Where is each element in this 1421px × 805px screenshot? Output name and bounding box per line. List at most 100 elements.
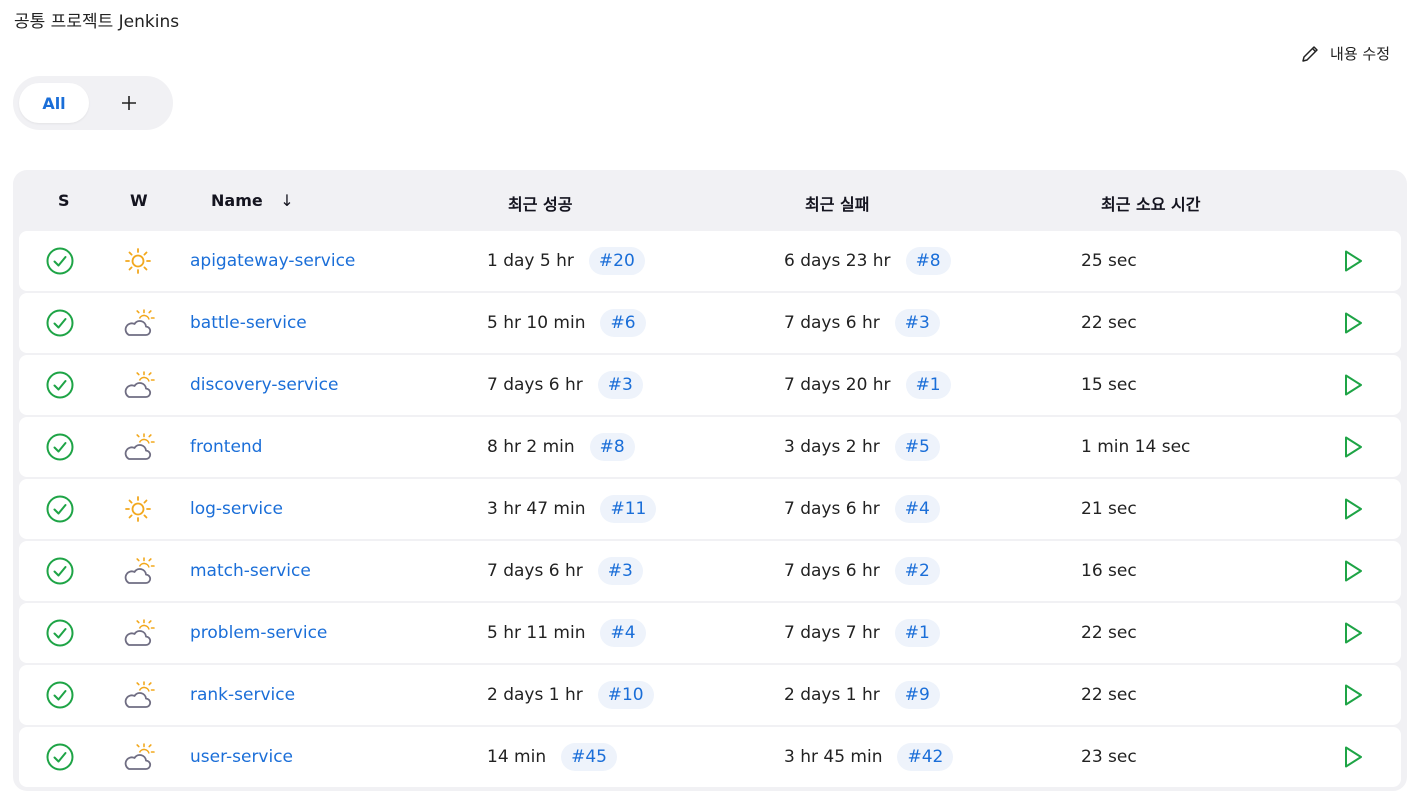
partly-cloudy-weather-icon	[123, 618, 155, 648]
last-failure-time: 7 days 6 hr	[784, 313, 880, 333]
header-name-label: Name	[211, 191, 263, 210]
plus-icon	[120, 94, 138, 112]
success-status-icon	[45, 308, 75, 338]
last-failure-time: 3 days 2 hr	[784, 437, 880, 457]
header-last-success[interactable]: 최근 성공	[508, 191, 572, 215]
pencil-icon	[1300, 44, 1320, 64]
last-failure-build-link[interactable]: #4	[894, 495, 940, 523]
last-success-build-link[interactable]: #11	[600, 495, 657, 523]
job-name-link[interactable]: frontend	[190, 437, 262, 457]
play-icon	[1341, 744, 1365, 770]
build-now-button[interactable]	[1341, 231, 1365, 291]
last-duration: 22 sec	[1081, 623, 1137, 643]
success-status-icon	[45, 618, 75, 648]
partly-cloudy-weather-icon	[123, 432, 155, 462]
last-failure-time: 3 hr 45 min	[784, 747, 883, 767]
build-now-button[interactable]	[1341, 541, 1365, 601]
job-name-link[interactable]: log-service	[190, 499, 283, 519]
success-status-icon	[45, 556, 75, 586]
last-success-build-link[interactable]: #20	[588, 247, 645, 275]
header-last-duration[interactable]: 최근 소요 시간	[1101, 191, 1200, 215]
partly-cloudy-weather-icon	[123, 742, 155, 772]
last-success-time: 14 min	[487, 747, 547, 767]
table-row: match-service 7 days 6 hr #3 7 days 6 hr #2 1…	[19, 541, 1401, 601]
header-weather[interactable]: W	[130, 191, 148, 210]
job-name-link[interactable]: problem-service	[190, 623, 327, 643]
play-icon	[1341, 310, 1365, 336]
last-duration: 21 sec	[1081, 499, 1137, 519]
last-success-build-link[interactable]: #3	[597, 371, 643, 399]
success-status-icon	[45, 494, 75, 524]
add-view-button[interactable]	[107, 83, 151, 123]
last-success-build-link[interactable]: #45	[561, 743, 617, 771]
last-failure-build-link[interactable]: #9	[894, 681, 940, 709]
last-failure-build-link[interactable]: #1	[894, 619, 940, 647]
last-failure-build-link[interactable]: #8	[905, 247, 951, 275]
header-status[interactable]: S	[58, 191, 70, 210]
partly-cloudy-weather-icon	[123, 680, 155, 710]
last-success-build-link[interactable]: #3	[597, 557, 643, 585]
table-row: user-service 14 min #45 3 hr 45 min #42 23 se…	[19, 727, 1401, 787]
last-success-time: 8 hr 2 min	[487, 437, 575, 457]
last-failure-build-link[interactable]: #1	[905, 371, 951, 399]
last-failure-build-link[interactable]: #42	[897, 743, 954, 771]
partly-cloudy-weather-icon	[123, 308, 155, 338]
last-success-time: 7 days 6 hr	[487, 561, 583, 581]
build-now-button[interactable]	[1341, 603, 1365, 663]
last-failure-build-link[interactable]: #3	[894, 309, 940, 337]
play-icon	[1341, 682, 1365, 708]
build-now-button[interactable]	[1341, 727, 1365, 787]
last-failure-build-link[interactable]: #5	[894, 433, 940, 461]
partly-cloudy-weather-icon	[123, 370, 155, 400]
last-success-time: 7 days 6 hr	[487, 375, 583, 395]
play-icon	[1341, 620, 1365, 646]
last-failure-time: 7 days 20 hr	[784, 375, 891, 395]
last-duration: 22 sec	[1081, 685, 1137, 705]
table-row: frontend 8 hr 2 min #8 3 days 2 hr #5 1 min 1…	[19, 417, 1401, 477]
build-now-button[interactable]	[1341, 417, 1365, 477]
table-row: battle-service 5 hr 10 min #6 7 days 6 hr #3…	[19, 293, 1401, 353]
last-duration: 1 min 14 sec	[1081, 437, 1191, 457]
last-success-build-link[interactable]: #4	[600, 619, 646, 647]
projects-table: S W Name ↓ 최근 성공 최근 실패 최근 소요 시간 apigatew…	[13, 170, 1407, 791]
last-duration: 16 sec	[1081, 561, 1137, 581]
build-now-button[interactable]	[1341, 355, 1365, 415]
header-name[interactable]: Name ↓	[211, 191, 294, 210]
success-status-icon	[45, 680, 75, 710]
success-status-icon	[45, 742, 75, 772]
job-name-link[interactable]: match-service	[190, 561, 311, 581]
edit-description-button[interactable]: 내용 수정	[1300, 43, 1390, 64]
build-now-button[interactable]	[1341, 479, 1365, 539]
last-success-time: 5 hr 11 min	[487, 623, 586, 643]
last-success-time: 3 hr 47 min	[487, 499, 586, 519]
last-failure-time: 2 days 1 hr	[784, 685, 880, 705]
last-failure-build-link[interactable]: #2	[894, 557, 940, 585]
last-failure-time: 7 days 6 hr	[784, 499, 880, 519]
build-now-button[interactable]	[1341, 293, 1365, 353]
page-title: 공통 프로젝트 Jenkins	[14, 12, 180, 32]
partly-cloudy-weather-icon	[123, 556, 155, 586]
job-name-link[interactable]: apigateway-service	[190, 251, 355, 271]
job-name-link[interactable]: user-service	[190, 747, 293, 767]
build-now-button[interactable]	[1341, 665, 1365, 725]
job-name-link[interactable]: rank-service	[190, 685, 295, 705]
success-status-icon	[45, 370, 75, 400]
last-duration: 23 sec	[1081, 747, 1137, 767]
job-name-link[interactable]: discovery-service	[190, 375, 338, 395]
sunny-weather-icon	[123, 494, 153, 524]
last-success-build-link[interactable]: #10	[597, 681, 654, 709]
table-header: S W Name ↓ 최근 성공 최근 실패 최근 소요 시간	[13, 170, 1407, 230]
last-success-build-link[interactable]: #8	[589, 433, 635, 461]
tab-all[interactable]: All	[19, 83, 89, 123]
last-duration: 15 sec	[1081, 375, 1137, 395]
last-duration: 25 sec	[1081, 251, 1137, 271]
success-status-icon	[45, 246, 75, 276]
last-failure-time: 7 days 7 hr	[784, 623, 880, 643]
header-last-failure[interactable]: 최근 실패	[805, 191, 869, 215]
sunny-weather-icon	[123, 246, 153, 276]
last-duration: 22 sec	[1081, 313, 1137, 333]
last-success-build-link[interactable]: #6	[600, 309, 646, 337]
play-icon	[1341, 248, 1365, 274]
job-name-link[interactable]: battle-service	[190, 313, 307, 333]
last-success-time: 5 hr 10 min	[487, 313, 586, 333]
